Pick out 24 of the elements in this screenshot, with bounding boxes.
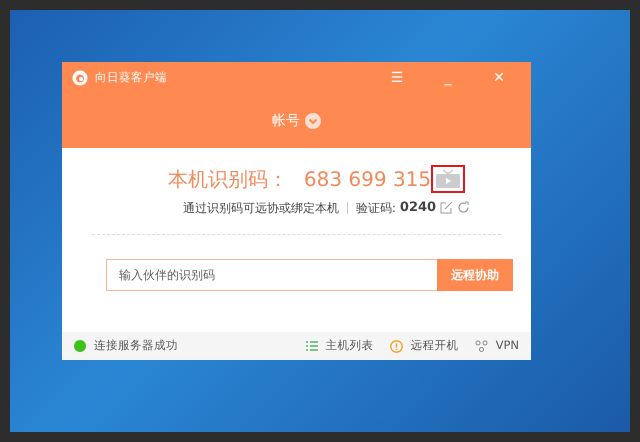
minimize-button[interactable]: _ [426,71,470,85]
partner-id-field[interactable]: 输入伙伴的识别码 [106,258,437,290]
video-icon[interactable] [431,165,466,193]
window-title: 向日葵客户端 [95,69,167,86]
list-icon [306,341,318,351]
status-text: 连接服务器成功 [94,337,178,354]
account-label[interactable]: 帐号 [272,110,300,132]
verify-code: 0240 [400,199,436,217]
close-button[interactable]: ✕ [477,71,521,85]
id-code: 683 699 315 [304,166,432,193]
network-icon [474,340,488,352]
alert-icon [390,340,403,352]
refresh-icon[interactable] [457,201,470,214]
verify-label: 验证码: [356,200,396,217]
edit-icon[interactable] [440,201,454,214]
remote-assist-button[interactable]: 远程协助 [437,258,513,290]
menu-button[interactable]: ☰ [375,71,419,85]
footer-link[interactable]: 主机列表 [326,337,374,355]
logo-icon [72,70,88,86]
id-label: 本机识别码： [168,166,288,193]
hint-text: 通过识别码可远协或绑定本机 [182,200,339,217]
footer-link[interactable]: VPN [496,337,519,355]
dropdown-icon[interactable] [305,113,321,129]
footer-link[interactable]: 远程开机 [410,337,459,355]
